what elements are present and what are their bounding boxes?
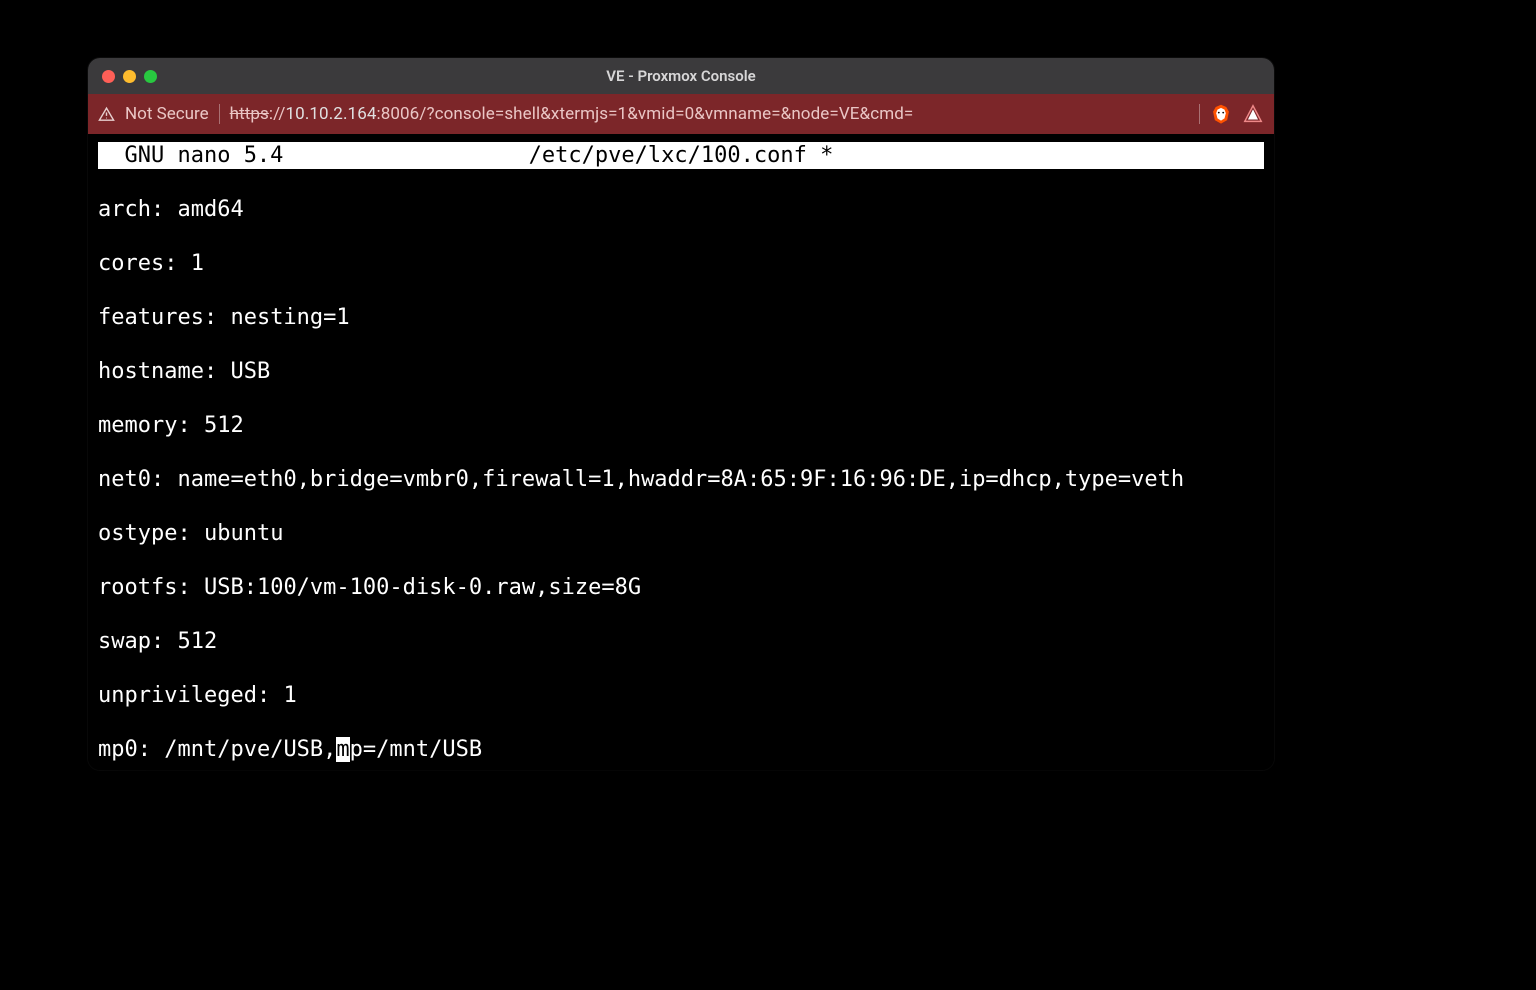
conf-line-rootfs: rootfs: USB:100/vm-100-disk-0.raw,size=8… — [98, 574, 1264, 601]
window-title: VE - Proxmox Console — [88, 67, 1274, 85]
toolbar-divider — [1199, 104, 1200, 124]
conf-line-ostype: ostype: ubuntu — [98, 520, 1264, 547]
conf-line-cores: cores: 1 — [98, 250, 1264, 277]
conf-line-memory: memory: 512 — [98, 412, 1264, 439]
close-icon[interactable] — [102, 70, 115, 83]
app-window: VE - Proxmox Console Not Secure https://… — [88, 58, 1274, 770]
window-controls — [88, 70, 157, 83]
conf-line-hostname: hostname: USB — [98, 358, 1264, 385]
url-host: 10.10.2.164 — [286, 104, 377, 124]
cursor: m — [336, 737, 349, 762]
conf-line-swap: swap: 512 — [98, 628, 1264, 655]
maximize-icon[interactable] — [144, 70, 157, 83]
conf-line-net0: net0: name=eth0,bridge=vmbr0,firewall=1,… — [98, 466, 1264, 493]
nano-version: GNU nano 5.4 — [124, 142, 283, 169]
conf-line-features: features: nesting=1 — [98, 304, 1264, 331]
nano-editor[interactable]: arch: amd64 cores: 1 features: nesting=1… — [98, 169, 1264, 770]
conf-line-arch: arch: amd64 — [98, 196, 1264, 223]
address-bar[interactable]: https://10.10.2.164:8006/?console=shell&… — [230, 104, 914, 124]
url-scheme: https — [230, 104, 269, 124]
conf-line-mp0: mp0: /mnt/pve/USB,mp=/mnt/USB — [98, 736, 1264, 763]
url-rest: :8006/?console=shell&xtermjs=1&vmid=0&vm… — [377, 104, 914, 124]
terminal[interactable]: GNU nano 5.4 /etc/pve/lxc/100.conf * arc… — [88, 134, 1274, 770]
warning-icon — [98, 106, 115, 123]
titlebar: VE - Proxmox Console — [88, 58, 1274, 94]
not-secure-label: Not Secure — [125, 104, 209, 124]
browser-toolbar: Not Secure https://10.10.2.164:8006/?con… — [88, 94, 1274, 134]
url-sep: :// — [269, 104, 286, 124]
toolbar-divider — [219, 104, 220, 124]
nano-header: GNU nano 5.4 /etc/pve/lxc/100.conf * — [98, 142, 1264, 169]
conf-line-unprivileged: unprivileged: 1 — [98, 682, 1264, 709]
brave-lion-icon[interactable] — [1210, 103, 1232, 125]
brave-shield-icon[interactable] — [1242, 103, 1264, 125]
minimize-icon[interactable] — [123, 70, 136, 83]
